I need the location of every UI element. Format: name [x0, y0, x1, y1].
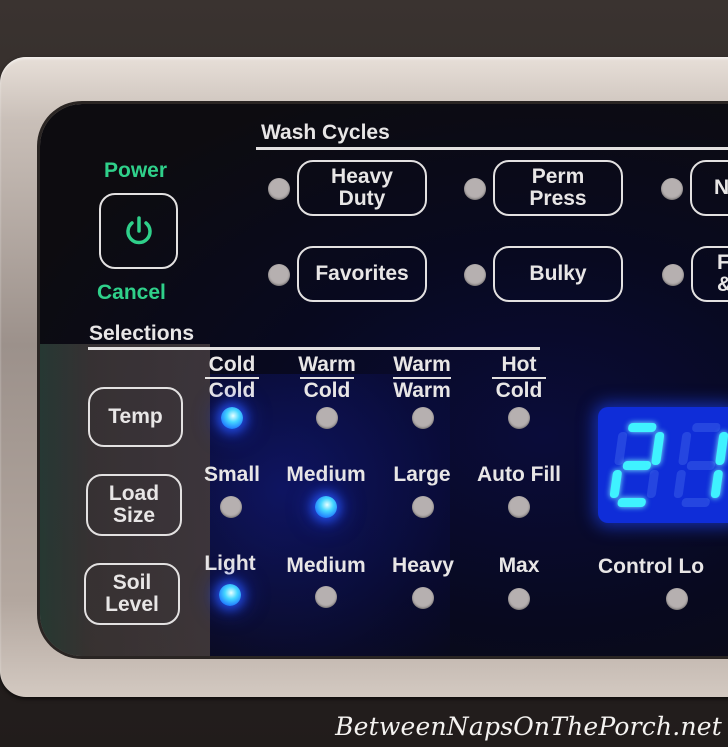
segment-b [651, 432, 665, 465]
soil-max-led [508, 588, 530, 610]
load-small-led [220, 496, 242, 518]
segment-f [614, 432, 628, 465]
load-size-button[interactable]: Load Size [86, 474, 182, 536]
selections-header: Selections [89, 322, 195, 345]
watermark: BetweenNapsOnThePorch.net [335, 712, 722, 741]
load-large-label: Large [393, 463, 451, 486]
temp-hot-cold-led [508, 407, 530, 429]
segment-d [681, 498, 711, 507]
segment-g [622, 460, 652, 470]
cycle-6-led [662, 264, 684, 286]
soil-light-label: Light [204, 552, 256, 575]
heavy-duty-led [268, 178, 290, 200]
segment-f [678, 432, 692, 465]
temp-button[interactable]: Temp [88, 387, 183, 447]
power-button[interactable] [99, 193, 178, 269]
segment-a [627, 423, 657, 432]
control-lock-label: Control Lo [598, 555, 705, 578]
rinse-temp-label: Cold [208, 379, 256, 402]
heavy-duty-button[interactable]: Heavy Duty [297, 160, 427, 216]
soil-heavy-label: Heavy [392, 554, 454, 577]
soil-medium-led [315, 586, 337, 608]
perm-press-label-1: Perm [531, 165, 585, 188]
temp-cold-cold-led [221, 407, 243, 429]
segment-e [609, 469, 623, 498]
heavy-duty-label-2: Duty [338, 187, 386, 210]
favorites-button[interactable]: Favorites [297, 246, 427, 302]
segment-c [646, 469, 660, 498]
favorites-label: Favorites [315, 262, 409, 285]
rinse-temp-label: Cold [303, 379, 351, 402]
segment-a [691, 423, 721, 432]
segment-c [710, 469, 724, 498]
soil-level-label-2: Level [105, 593, 159, 616]
temp-option-hot-cold: Hot Cold [484, 354, 554, 402]
rinse-temp-label: Warm [393, 379, 451, 402]
bulky-led [464, 264, 486, 286]
perm-press-button[interactable]: Perm Press [493, 160, 623, 216]
load-size-label-2: Size [112, 504, 156, 527]
cycle-6-label-1: F [717, 251, 728, 274]
segment-e [673, 469, 687, 498]
temp-warm-cold-led [316, 407, 338, 429]
load-auto-fill-led [508, 496, 530, 518]
segment-d [617, 498, 647, 507]
temp-warm-warm-led [412, 407, 434, 429]
time-display [598, 407, 728, 523]
load-medium-led [315, 496, 337, 518]
load-small-label: Small [203, 463, 261, 486]
cancel-label: Cancel [97, 281, 166, 304]
wash-temp-label: Warm [298, 353, 356, 376]
rinse-temp-label: Cold [495, 379, 543, 402]
control-lock-led[interactable] [666, 588, 688, 610]
segment-b [715, 432, 728, 465]
soil-max-label: Max [498, 554, 540, 577]
cycle-3-button[interactable]: N [690, 160, 728, 216]
perm-press-led [464, 178, 486, 200]
wash-temp-label: Cold [208, 353, 256, 376]
load-large-led [412, 496, 434, 518]
bulky-button[interactable]: Bulky [493, 246, 623, 302]
heavy-duty-label-1: Heavy [331, 165, 393, 188]
temp-option-cold-cold: Cold Cold [198, 354, 266, 402]
soil-medium-label: Medium [286, 554, 366, 577]
temp-option-warm-cold: Warm Cold [290, 354, 364, 402]
cycle-6-label-2: & [717, 274, 728, 296]
favorites-led [268, 264, 290, 286]
temp-label: Temp [108, 405, 163, 428]
load-medium-label: Medium [286, 463, 366, 486]
temp-option-warm-warm: Warm Warm [385, 354, 459, 402]
segment-g [686, 460, 716, 470]
soil-level-label-1: Soil [112, 571, 152, 594]
soil-level-button[interactable]: Soil Level [84, 563, 180, 625]
wash-cycles-divider [256, 147, 728, 150]
wash-temp-label: Hot [501, 353, 537, 376]
cycle-6-button[interactable]: F & [691, 246, 728, 302]
load-size-label-1: Load [108, 482, 160, 505]
wash-cycles-header: Wash Cycles [261, 121, 390, 144]
perm-press-label-2: Press [529, 187, 587, 210]
display-digit [672, 423, 728, 507]
power-icon [125, 216, 152, 245]
display-digit [608, 423, 666, 507]
soil-heavy-led [412, 587, 434, 609]
selections-divider [88, 347, 540, 350]
wash-temp-label: Warm [393, 353, 451, 376]
cycle-3-led [661, 178, 683, 200]
cycle-3-label: N [714, 176, 728, 199]
bulky-label: Bulky [529, 262, 587, 285]
power-label: Power [104, 159, 168, 182]
load-auto-fill-label: Auto Fill [477, 463, 561, 486]
soil-light-led [219, 584, 241, 606]
